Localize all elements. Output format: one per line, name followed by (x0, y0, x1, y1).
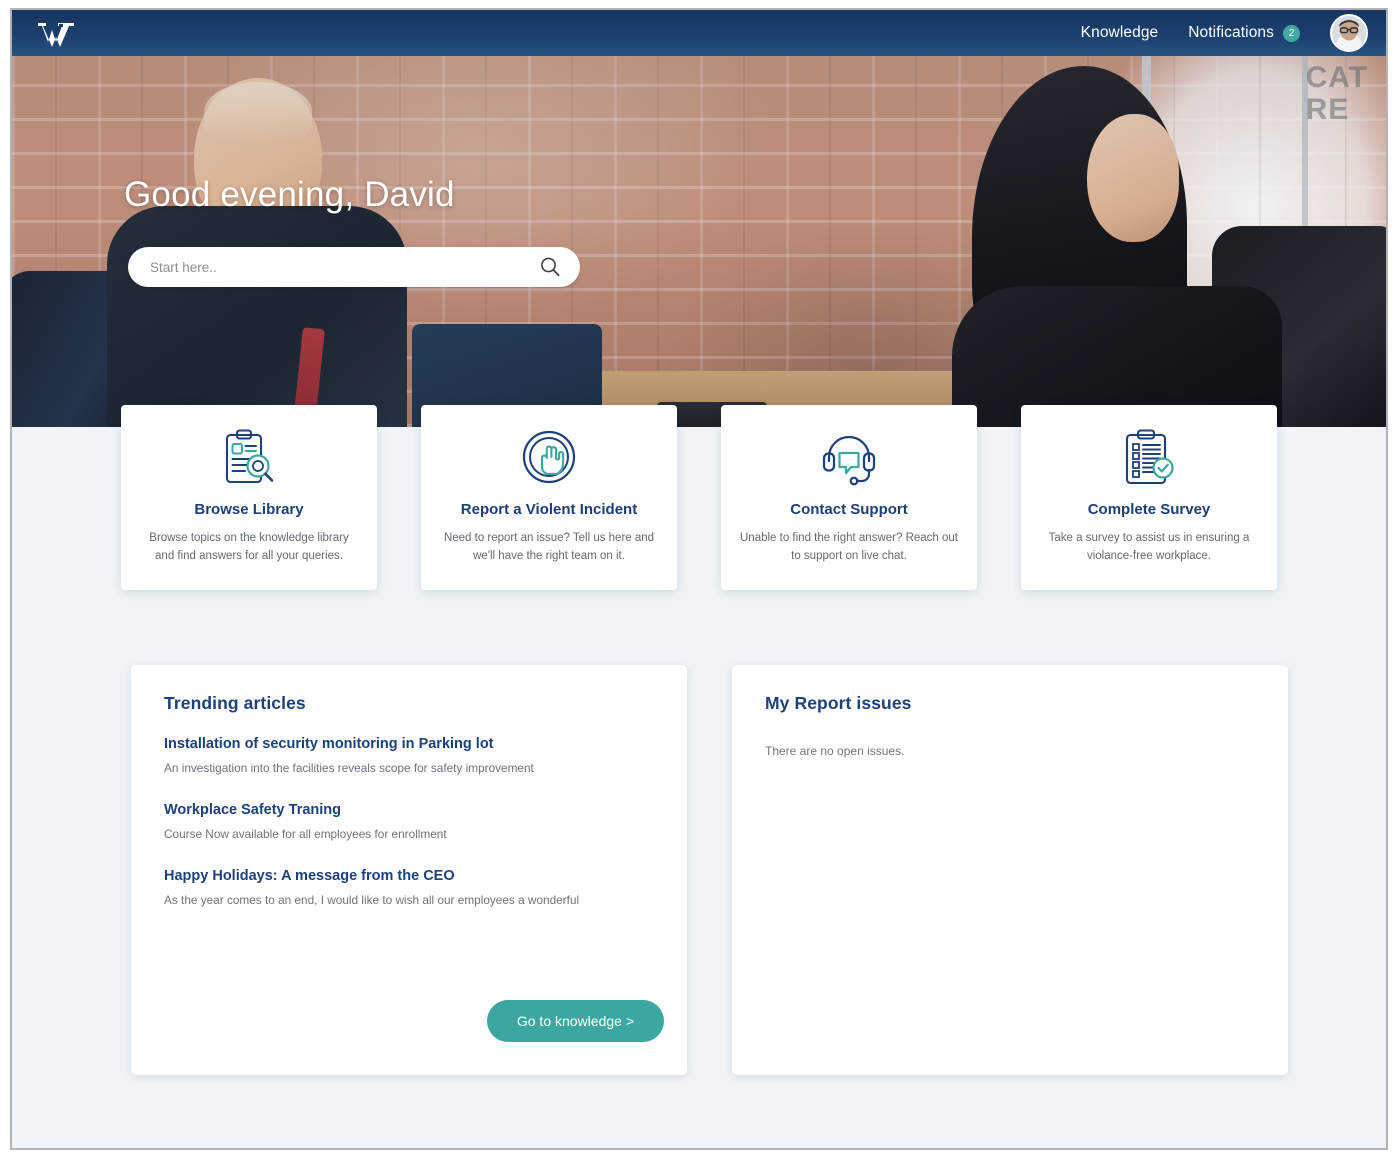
card-browse-library[interactable]: Browse Library Browse topics on the know… (121, 405, 377, 590)
clipboard-check-icon (1120, 427, 1178, 491)
browser-frame: Knowledge Notifications 2 Good evening, … (0, 0, 1398, 1160)
article-title[interactable]: Installation of security monitoring in P… (164, 736, 654, 752)
greeting-heading: Good evening, David (124, 175, 455, 214)
content-panels: Trending articles Installation of securi… (131, 665, 1288, 1075)
panel-title: Trending articles (164, 693, 306, 713)
article-summary: An investigation into the facilities rev… (164, 761, 534, 775)
page-root: Knowledge Notifications 2 Good evening, … (10, 8, 1388, 1150)
notifications-label: Notifications (1188, 24, 1274, 41)
notifications-badge: 2 (1283, 24, 1300, 42)
my-report-issues-panel: My Report issues There are no open issue… (732, 665, 1288, 1075)
nav-right-group: Knowledge Notifications 2 (1081, 14, 1368, 52)
article-summary: Course Now available for all employees f… (164, 827, 447, 841)
headset-chat-icon (818, 427, 880, 491)
article-title[interactable]: Happy Holidays: A message from the CEO (164, 868, 654, 884)
clipboard-search-icon (220, 427, 278, 491)
search-input[interactable] (150, 259, 538, 275)
card-title: Complete Survey (1087, 501, 1211, 518)
avatar-photo (1332, 16, 1366, 50)
panel-title: My Report issues (765, 693, 912, 713)
nav-link-knowledge[interactable]: Knowledge (1081, 24, 1159, 42)
article-summary: As the year comes to an end, I would lik… (164, 893, 580, 907)
card-title: Contact Support (790, 501, 908, 518)
search-icon[interactable] (538, 255, 562, 279)
search-bar[interactable] (128, 247, 580, 287)
card-contact-support[interactable]: Contact Support Unable to find the right… (721, 405, 977, 590)
magnifier-glyph (541, 257, 560, 277)
card-complete-survey[interactable]: Complete Survey Take a survey to assist … (1021, 405, 1277, 590)
article-item[interactable]: Happy Holidays: A message from the CEO A… (164, 868, 654, 907)
articles-list: Installation of security monitoring in P… (131, 714, 687, 907)
brand-logo[interactable] (36, 18, 76, 48)
hero-photograph: CAT RE (12, 56, 1386, 427)
hero-overlay-tint (12, 56, 1386, 427)
go-to-knowledge-button[interactable]: Go to knowledge > (486, 1000, 664, 1042)
card-description: Take a survey to assist us in ensuring a… (1048, 532, 1250, 562)
card-title: Browse Library (194, 501, 304, 518)
article-item[interactable]: Installation of security monitoring in P… (164, 736, 654, 775)
stop-hand-icon (520, 427, 578, 491)
article-item[interactable]: Workplace Safety Traning Course Now avai… (164, 802, 654, 841)
user-avatar[interactable] (1330, 14, 1368, 52)
card-title: Report a Violent Incident (460, 501, 638, 518)
card-description: Need to report an issue? Tell us here an… (443, 532, 655, 562)
top-navigation-bar: Knowledge Notifications 2 (12, 10, 1386, 56)
empty-state-message: There are no open issues. (765, 744, 905, 758)
card-report-violent-incident[interactable]: Report a Violent Incident Need to report… (421, 405, 677, 590)
nav-link-notifications[interactable]: Notifications 2 (1188, 24, 1300, 42)
hero-banner: CAT RE (12, 56, 1386, 427)
quick-action-cards: Browse Library Browse topics on the know… (12, 405, 1386, 590)
article-title[interactable]: Workplace Safety Traning (164, 802, 654, 818)
card-description: Unable to find the right answer? Reach o… (740, 532, 958, 562)
wavy-w-logo-icon (38, 23, 74, 47)
trending-articles-panel: Trending articles Installation of securi… (131, 665, 687, 1075)
card-description: Browse topics on the knowledge library a… (149, 532, 349, 562)
